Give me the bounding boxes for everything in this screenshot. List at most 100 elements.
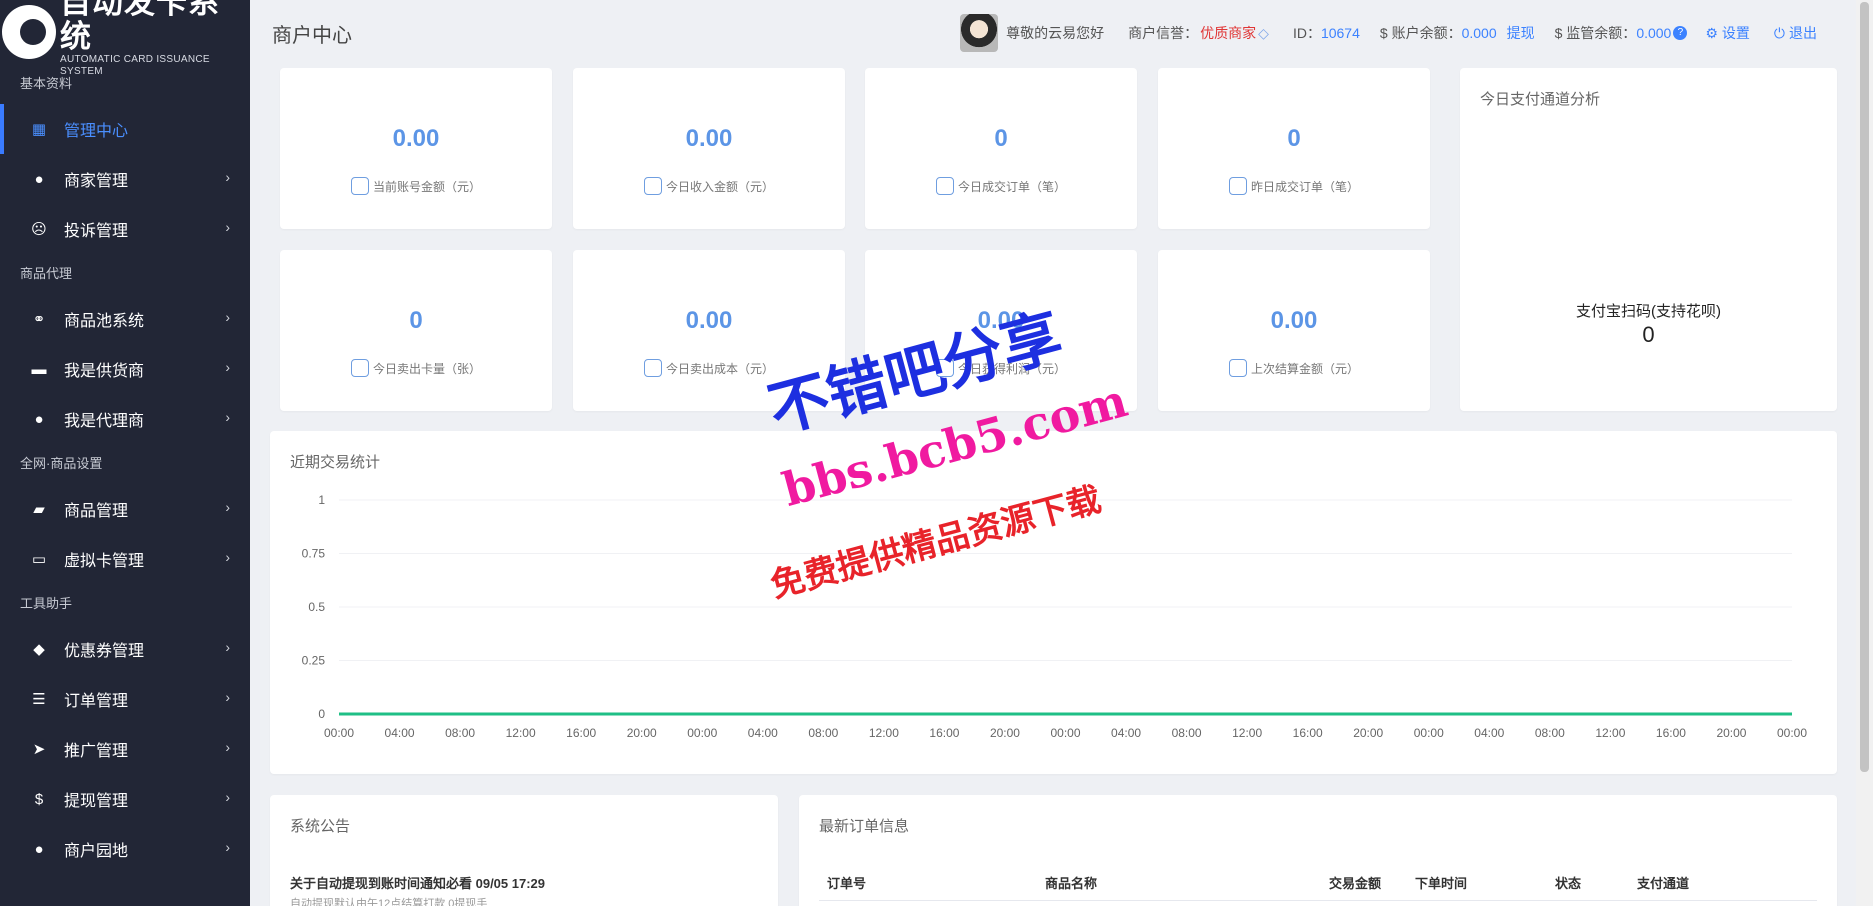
diamond-icon: ◇ — [1258, 24, 1269, 41]
sidebar-item-virtual-card[interactable]: ▭ 虚拟卡管理 › — [0, 534, 250, 584]
column-header: 下单时间 — [1415, 876, 1468, 891]
pay-channel-panel: 今日支付通道分析 支付宝扫码(支持花呗) 0 — [1460, 68, 1837, 411]
stat-label: 昨日成交订单（笔） — [1250, 179, 1359, 194]
header-user-info: 尊敬的云易您好 商户信誉： 优质商家 ◇ ID： 10674 $ 账户余额： 0… — [960, 14, 1817, 52]
x-tick-label: 00:00 — [1777, 726, 1807, 740]
help-icon[interactable]: ? — [1673, 26, 1688, 40]
settings-link[interactable]: 设置 — [1722, 23, 1750, 43]
sidebar-item-label: 提现管理 — [64, 793, 129, 810]
menu-group-settings: 全网·商品设置 — [20, 456, 103, 471]
x-tick-label: 04:00 — [748, 726, 778, 740]
stat-label: 当前账号金额（元） — [372, 179, 481, 194]
header: 商户中心 尊敬的云易您好 商户信誉： 优质商家 ◇ ID： 10674 $ 账户… — [250, 0, 1873, 66]
ticket-icon: ◆ — [33, 641, 45, 658]
sidebar-item-label: 管理中心 — [64, 123, 129, 140]
basket-icon: ▬ — [31, 360, 47, 378]
column-header: 状态 — [1555, 876, 1582, 891]
notice-item-title[interactable]: 关于自动提现到账时间通知必看 09/05 17:29 — [290, 873, 545, 892]
avatar[interactable] — [960, 14, 999, 52]
supervise-label: $ 监管余额： — [1554, 25, 1637, 41]
column-header: 支付通道 — [1637, 876, 1690, 891]
x-tick-label: 00:00 — [1414, 726, 1444, 740]
handshake-icon: ⚭ — [32, 311, 46, 328]
card-icon: ▭ — [31, 551, 47, 568]
sidebar-item-product-pool[interactable]: ⚭ 商品池系统 › — [0, 294, 250, 344]
withdraw-link[interactable]: 提现 — [1507, 23, 1535, 43]
chevron-right-icon: › — [225, 309, 230, 325]
page-title: 商户中心 — [272, 24, 352, 47]
order-icon — [935, 177, 954, 195]
sidebar-item-products[interactable]: ▰ 商品管理 › — [0, 484, 250, 534]
logo-icon — [2, 5, 56, 59]
credit-value: 优质商家 — [1200, 25, 1257, 41]
sidebar-item-merchant[interactable]: ● 商家管理 › — [0, 154, 250, 204]
hand-coin-icon — [1228, 359, 1247, 377]
x-tick-label: 08:00 — [1172, 726, 1202, 740]
y-tick-label: 0.75 — [302, 547, 326, 561]
stat-card-last-settlement: 0.00 上次结算金额（元） — [1158, 250, 1430, 411]
x-tick-label: 00:00 — [324, 726, 354, 740]
stat-label: 今日收入金额（元） — [665, 179, 774, 194]
credit-label: 商户信誉： — [1128, 25, 1199, 41]
user-icon: ● — [34, 170, 44, 188]
stat-card-today-income: 0.00 今日收入金额（元） — [573, 68, 845, 229]
latest-orders-panel: 最新订单信息 订单号 商品名称 交易金额 下单时间 状态 支付通道 — [799, 795, 1837, 906]
dashboard-icon: ▦ — [31, 121, 47, 138]
x-tick-label: 12:00 — [1595, 726, 1625, 740]
transaction-chart-panel: 近期交易统计 1 0.75 0.5 0.25 0 00:00 04:00 08:00 12:00… — [270, 431, 1837, 774]
x-tick-label: 04:00 — [1111, 726, 1141, 740]
x-tick-label: 04:00 — [1474, 726, 1504, 740]
sidebar-item-withdraw[interactable]: $ 提现管理 › — [0, 774, 250, 824]
logo[interactable]: 自动发卡系统 AUTOMATIC CARD ISSUANCE SYSTEM — [0, 0, 250, 77]
user-icon: ● — [34, 410, 44, 428]
scrollbar-thumb[interactable] — [1860, 2, 1869, 772]
send-icon: ➤ — [32, 741, 46, 758]
panel-title: 今日支付通道分析 — [1480, 91, 1601, 108]
x-tick-label: 08:00 — [445, 726, 475, 740]
stat-label: 今日获得利润（元） — [957, 361, 1066, 376]
sidebar-item-supplier[interactable]: ▬ 我是供货商 › — [0, 344, 250, 394]
chevron-right-icon: › — [225, 499, 230, 515]
sidebar-item-complaint[interactable]: ☹ 投诉管理 › — [0, 204, 250, 254]
x-tick-label: 16:00 — [1656, 726, 1686, 740]
logout-link[interactable]: 退出 — [1789, 23, 1817, 43]
card-icon — [350, 359, 369, 377]
chevron-right-icon: › — [225, 739, 230, 755]
coins-icon — [643, 359, 662, 377]
chevron-right-icon: › — [225, 169, 230, 185]
dollar-icon: $ — [34, 790, 44, 808]
yen-icon — [643, 177, 662, 195]
id-label: ID： — [1292, 25, 1321, 41]
money-bag-icon — [350, 177, 369, 195]
logo-subtitle: AUTOMATIC CARD ISSUANCE SYSTEM — [60, 54, 210, 77]
x-tick-label: 20:00 — [990, 726, 1020, 740]
sidebar-item-promotion[interactable]: ➤ 推广管理 › — [0, 724, 250, 774]
panel-title: 最新订单信息 — [819, 818, 910, 835]
stat-value: 0 — [994, 125, 1008, 152]
menu-group-agent: 商品代理 — [20, 266, 73, 281]
power-icon[interactable]: ⏻ — [1774, 25, 1785, 42]
stat-value: 0.00 — [685, 307, 733, 334]
sidebar-item-label: 商家管理 — [64, 173, 129, 190]
sidebar-item-orders[interactable]: ☰ 订单管理 › — [0, 674, 250, 724]
transaction-line-chart: 1 0.75 0.5 0.25 0 00:00 04:00 08:00 12:00 16:00 20… — [302, 493, 1808, 740]
stat-value: 0 — [409, 307, 423, 334]
sidebar-item-dashboard[interactable]: ▦ 管理中心 — [0, 104, 250, 154]
balance-value: 0.000 — [1461, 25, 1497, 41]
sidebar-item-agent[interactable]: ● 我是代理商 › — [0, 394, 250, 444]
sidebar-item-merchant-garden[interactable]: ● 商户园地 › — [0, 824, 250, 874]
sidebar-item-coupon[interactable]: ◆ 优惠券管理 › — [0, 624, 250, 674]
stat-card-cards-sold: 0 今日卖出卡量（张） — [280, 250, 552, 411]
gear-icon[interactable]: ⚙ — [1705, 25, 1718, 42]
bag-icon: ▰ — [33, 501, 45, 518]
y-tick-label: 0.5 — [308, 600, 325, 614]
chevron-right-icon: › — [225, 219, 230, 235]
chevron-right-icon: › — [225, 639, 230, 655]
x-tick-label: 00:00 — [687, 726, 717, 740]
stat-card-today-orders: 0 今日成交订单（笔） — [865, 68, 1137, 229]
sidebar-item-label: 我是代理商 — [64, 413, 145, 430]
stat-value: 0.00 — [392, 125, 440, 152]
stat-value: 0.00 — [977, 307, 1025, 334]
page-scrollbar[interactable] — [1856, 0, 1873, 906]
list-icon: ☰ — [32, 691, 46, 708]
